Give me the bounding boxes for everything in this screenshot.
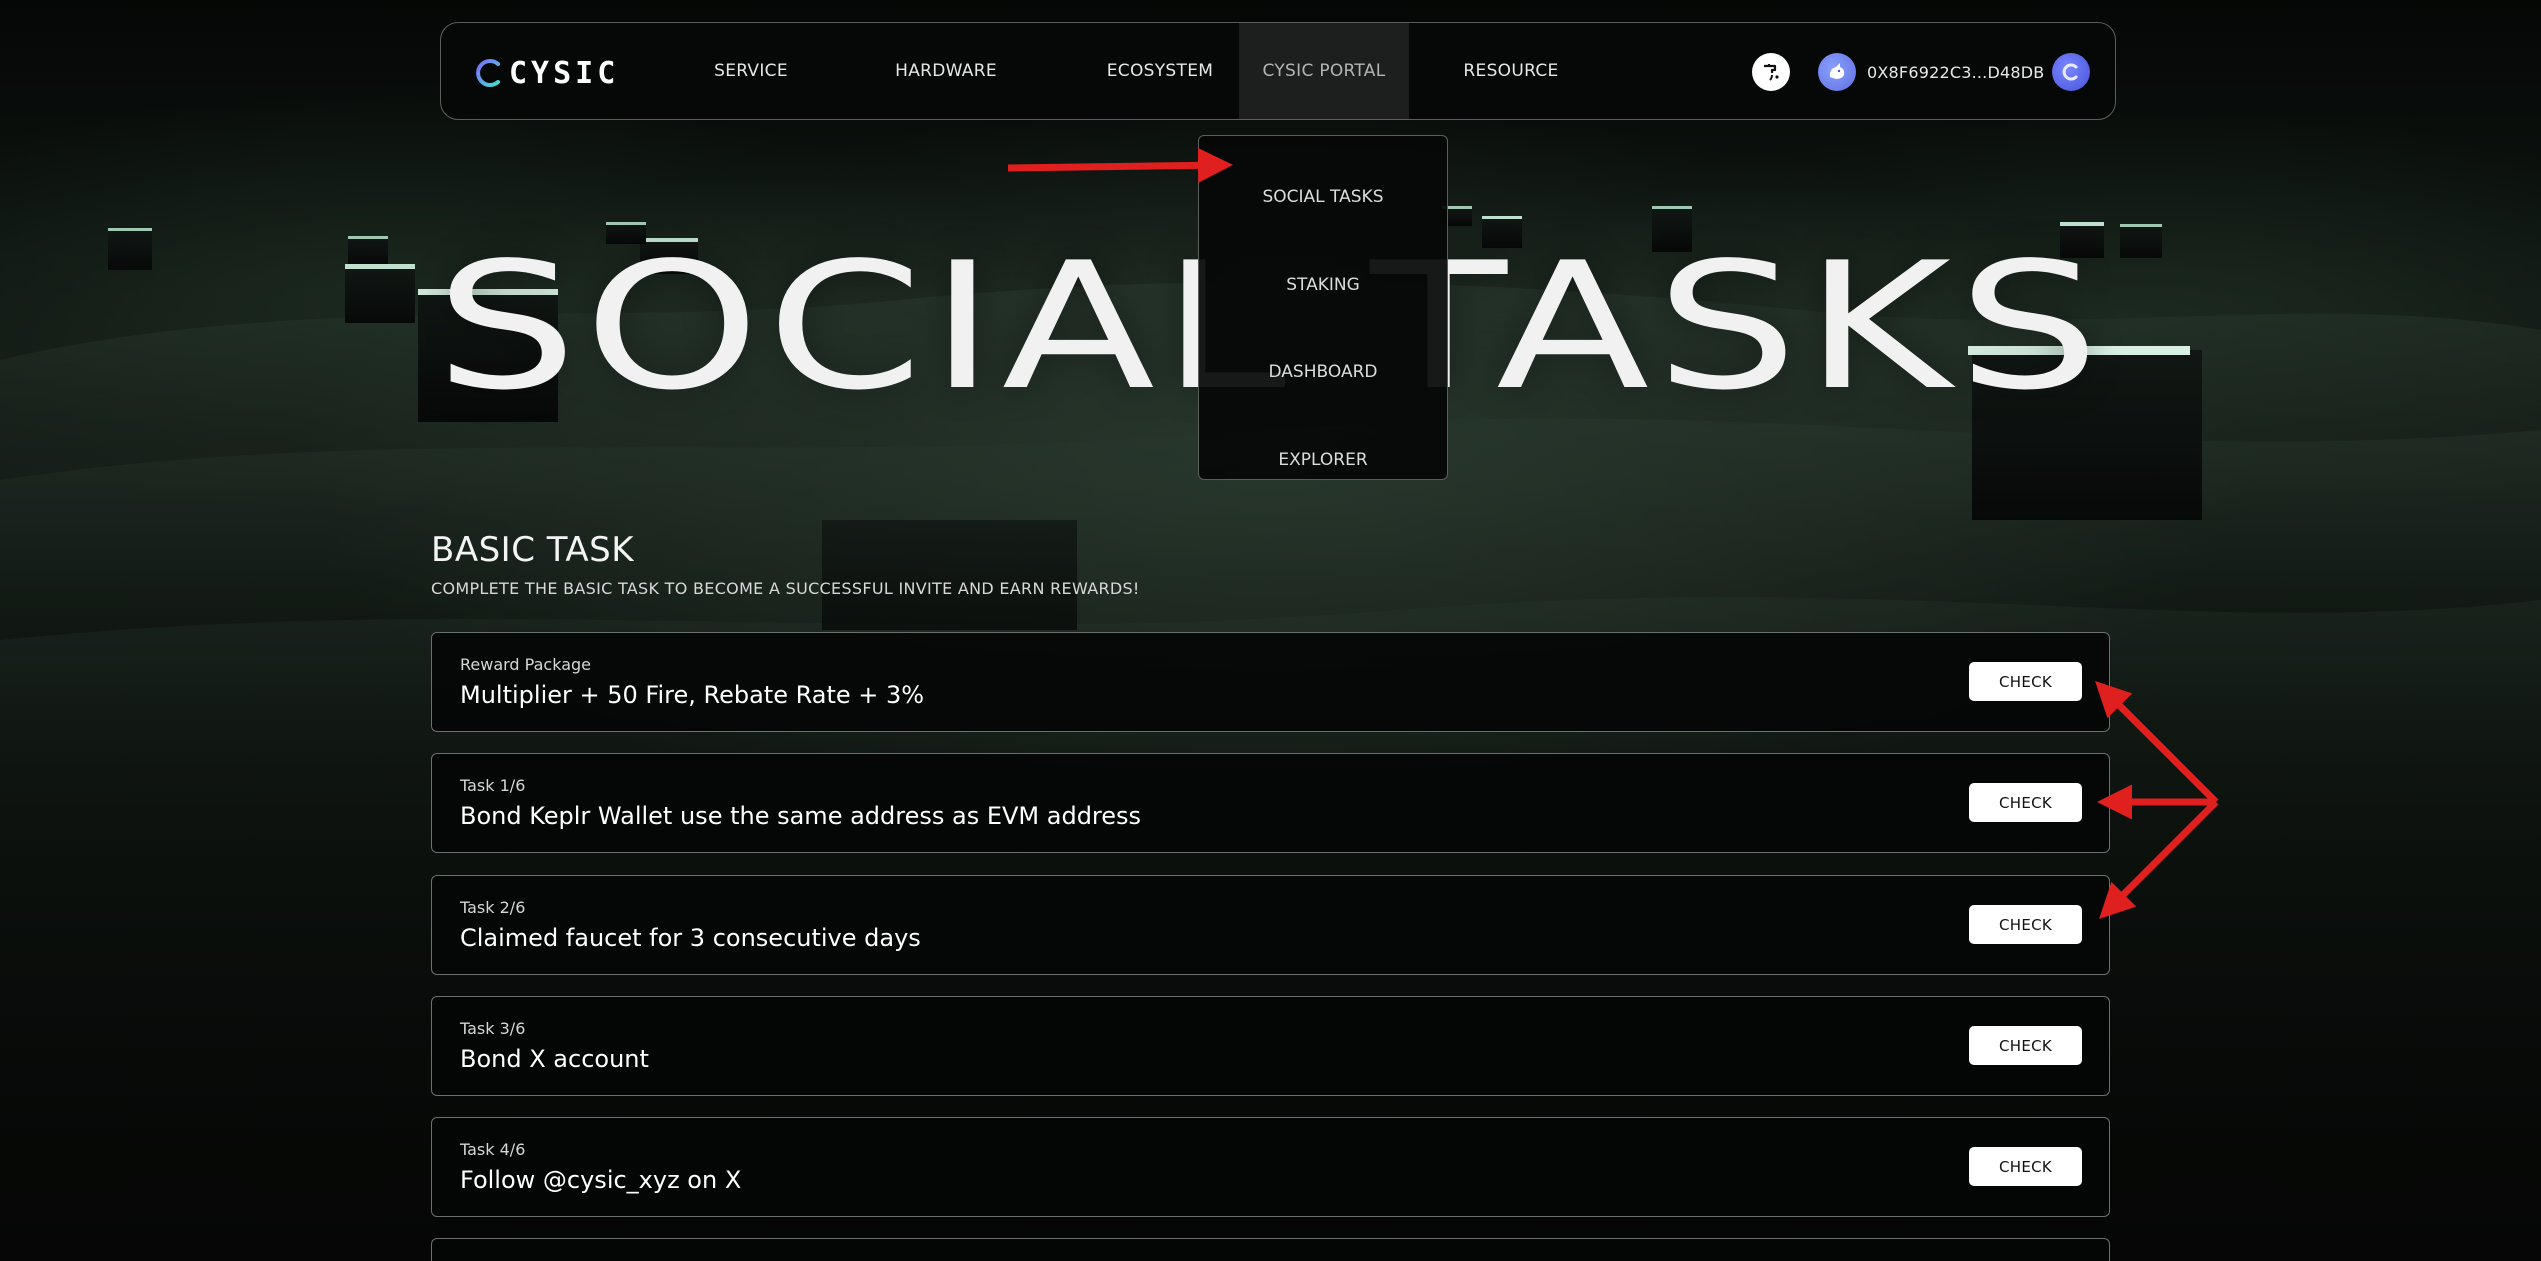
task-label: Reward Package <box>460 655 591 674</box>
task-title: Multiplier + 50 Fire, Rebate Rate + 3% <box>460 681 925 709</box>
wallet-connect-button[interactable]: 0X8F6922C3...D48DB <box>1818 53 2044 91</box>
unicorn-avatar-icon <box>1818 53 1856 91</box>
check-button[interactable]: CHECK <box>1969 905 2082 944</box>
task-title: Follow @cysic_xyz on X <box>460 1166 742 1194</box>
nav-item-cysic-portal[interactable]: CYSIC PORTAL <box>1239 23 1409 119</box>
section-subtitle: COMPLETE THE BASIC TASK TO BECOME A SUCC… <box>431 579 1140 598</box>
nav-item-resource[interactable]: RESOURCE <box>1421 23 1601 119</box>
task-label: Task 3/6 <box>460 1019 526 1038</box>
dropdown-item-dashboard[interactable]: DASHBOARD <box>1199 352 1447 392</box>
task-card-3: Task 3/6 Bond X account CHECK <box>431 996 2110 1096</box>
check-button[interactable]: CHECK <box>1969 783 2082 822</box>
task-card-4: Task 4/6 Follow @cysic_xyz on X CHECK <box>431 1117 2110 1217</box>
dropdown-item-explorer[interactable]: EXPLORER <box>1199 440 1447 480</box>
task-card-1: Task 1/6 Bond Keplr Wallet use the same … <box>431 753 2110 853</box>
check-button[interactable]: CHECK <box>1969 662 2082 701</box>
task-label: Task 1/6 <box>460 776 526 795</box>
brand-logo[interactable]: CYSIC <box>471 53 619 93</box>
check-button[interactable]: CHECK <box>1969 1026 2082 1065</box>
task-label: Task 2/6 <box>460 898 526 917</box>
task-title: Bond Keplr Wallet use the same address a… <box>460 802 1142 830</box>
page: CYSIC SERVICE HARDWARE ECOSYSTEM CYSIC P… <box>0 0 2541 1261</box>
cysic-c-logo-icon <box>476 59 500 87</box>
task-title: Bond X account <box>460 1045 649 1073</box>
nav-item-ecosystem[interactable]: ECOSYSTEM <box>1055 23 1265 119</box>
task-card-reward-package: Reward Package Multiplier + 50 Fire, Reb… <box>431 632 2110 732</box>
cysic-portal-dropdown-menu: SOCIAL TASKS STAKING DASHBOARD EXPLORER <box>1198 135 1448 480</box>
section-title: BASIC TASK <box>431 530 635 570</box>
wallet-address: 0X8F6922C3...D48DB <box>1867 62 2045 82</box>
brand-logo-text: CYSIC <box>509 55 620 91</box>
faucet-icon <box>1764 64 1779 81</box>
task-title: Claimed faucet for 3 consecutive days <box>460 924 921 952</box>
top-navbar: CYSIC SERVICE HARDWARE ECOSYSTEM CYSIC P… <box>440 22 2116 120</box>
task-card-2: Task 2/6 Claimed faucet for 3 consecutiv… <box>431 875 2110 975</box>
cysic-chain-icon[interactable] <box>2052 53 2090 91</box>
faucet-button[interactable] <box>1752 53 1790 91</box>
check-button[interactable]: CHECK <box>1969 1147 2082 1186</box>
task-label: Task 4/6 <box>460 1140 526 1159</box>
nav-item-service[interactable]: SERVICE <box>661 23 841 119</box>
task-card-5-partial <box>431 1238 2110 1261</box>
nav-item-hardware[interactable]: HARDWARE <box>846 23 1046 119</box>
dropdown-item-staking[interactable]: STAKING <box>1199 265 1447 305</box>
dropdown-item-social-tasks[interactable]: SOCIAL TASKS <box>1199 177 1447 217</box>
